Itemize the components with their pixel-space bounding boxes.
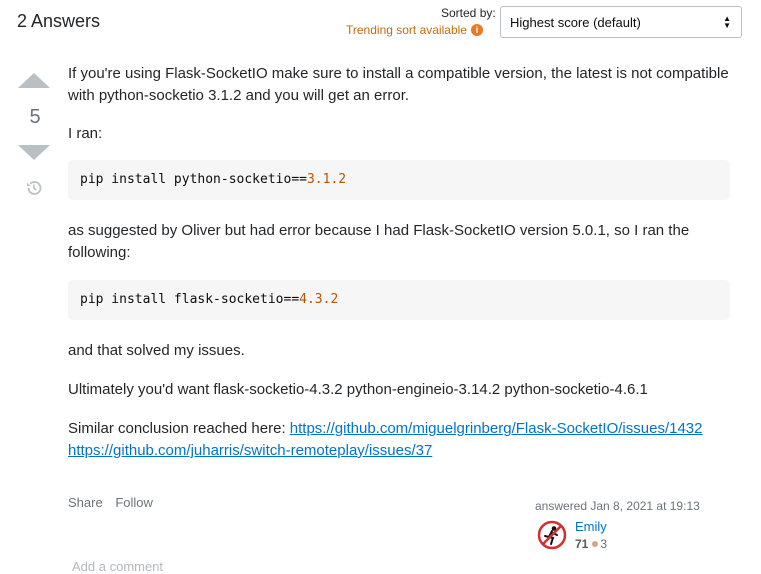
answer-body: If you're using Flask-SocketIO make sure… <box>68 63 730 462</box>
sort-selected-value: Highest score (default) <box>510 14 641 30</box>
github-link-switch-remoteplay[interactable]: https://github.com/juharris/switch-remot… <box>68 442 432 459</box>
vote-count: 5 <box>29 106 41 128</box>
trending-sort-notice[interactable]: Trending sort available i <box>346 23 483 37</box>
code-block-2: pip install flask-socketio== 4.3.2 <box>68 280 730 320</box>
paragraph-versions: Ultimately you'd want flask-socketio-4.3… <box>68 381 648 398</box>
code-block-1: pip install python-socketio== 3.1.2 <box>68 160 730 200</box>
answers-count-heading: 2 Answers <box>17 11 101 31</box>
history-icon[interactable] <box>25 179 43 197</box>
paragraph-solved: and that solved my issues. <box>68 342 245 359</box>
vote-down-icon[interactable] <box>18 145 50 160</box>
github-link-flask-socketio[interactable]: https://github.com/miguelgrinberg/Flask-… <box>290 420 703 437</box>
sort-arrows-icon: ▲ ▼ <box>723 14 731 30</box>
similar-prefix: Similar conclusion reached here: <box>68 420 290 437</box>
bronze-badge-count: 3 <box>600 537 608 551</box>
code-version: 4.3.2 <box>299 292 339 307</box>
info-icon[interactable]: i <box>470 24 483 36</box>
avatar[interactable] <box>537 520 567 550</box>
answered-timestamp: answered Jan 8, 2021 at 19:13 <box>535 499 700 513</box>
post-menu: Share Follow <box>68 495 162 510</box>
paragraph-suggested: as suggested by Oliver but had error bec… <box>68 222 690 261</box>
user-name-link[interactable]: Emily <box>575 519 607 534</box>
sort-select[interactable]: Highest score (default) ▲ ▼ <box>500 6 742 38</box>
follow-link[interactable]: Follow <box>115 495 153 510</box>
paragraph-similar: Similar conclusion reached here: https:/… <box>68 418 730 462</box>
vote-up-icon[interactable] <box>18 73 50 88</box>
paragraph-i-ran: I ran: <box>68 125 103 142</box>
share-link[interactable]: Share <box>68 495 103 510</box>
user-reputation: 71 3 <box>575 537 607 551</box>
code-command: pip install python-socketio== <box>80 172 307 187</box>
add-comment-link[interactable]: Add a comment <box>72 559 163 574</box>
bronze-badge-icon <box>592 541 599 548</box>
code-version: 3.1.2 <box>306 172 347 187</box>
paragraph-intro: If you're using Flask-SocketIO make sure… <box>68 65 729 104</box>
reputation-score: 71 <box>575 537 589 551</box>
code-command: pip install flask-socketio== <box>80 292 300 307</box>
trending-sort-text: Trending sort available <box>346 23 467 37</box>
sorted-by-label: Sorted by: <box>441 6 496 20</box>
